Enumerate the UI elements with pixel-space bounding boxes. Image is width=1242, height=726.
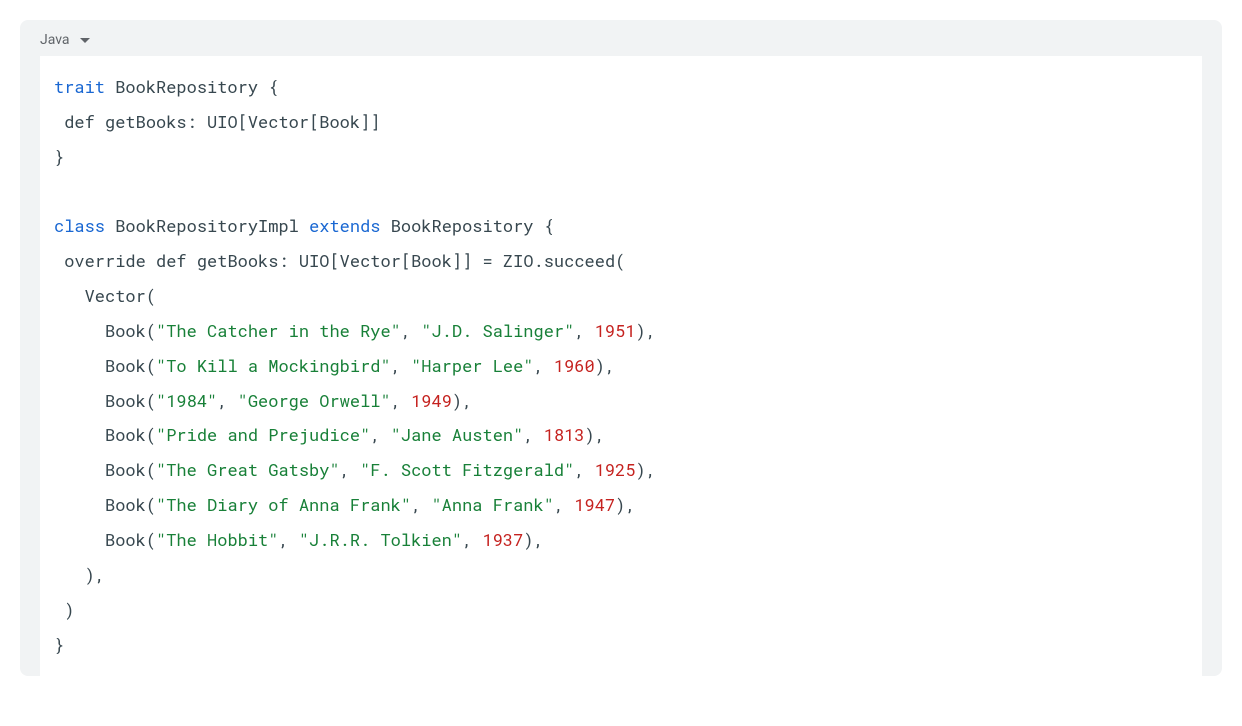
call: Book (105, 493, 146, 516)
call: Vector( (85, 284, 156, 307)
identifier: BookRepositoryImpl (115, 214, 299, 237)
code-line: Book("To Kill a Mockingbird", "Harper Le… (40, 349, 1202, 384)
string-literal: "J.R.R. Tolkien" (299, 528, 462, 551)
identifier: getBooks (105, 110, 187, 133)
code-line: } (40, 140, 1202, 175)
number-literal: 1813 (544, 423, 585, 446)
number-literal: 1947 (574, 493, 615, 516)
keyword: def (64, 110, 95, 133)
number-literal: 1949 (411, 389, 452, 412)
code-line: Book("Pride and Prejudice", "Jane Austen… (40, 418, 1202, 453)
code-block[interactable]: trait BookRepository { def getBooks: UIO… (40, 56, 1202, 676)
code-card: Java trait BookRepository { def getBooks… (20, 20, 1222, 676)
number-literal: 1925 (595, 458, 636, 481)
keyword: trait (54, 75, 105, 98)
call: ZIO.succeed( (503, 249, 625, 272)
language-label: Java (40, 32, 70, 48)
string-literal: "1984" (156, 389, 217, 412)
string-literal: "The Hobbit" (156, 528, 278, 551)
string-literal: "Jane Austen" (391, 423, 524, 446)
number-literal: 1951 (595, 319, 636, 342)
code-line: Book("The Catcher in the Rye", "J.D. Sal… (40, 314, 1202, 349)
code-line: Vector( (40, 279, 1202, 314)
call: Book (105, 528, 146, 551)
string-literal: "George Orwell" (238, 389, 391, 412)
call: Book (105, 354, 146, 377)
type: UIO[Vector[Book]] (207, 110, 380, 133)
code-line: trait BookRepository { (40, 70, 1202, 105)
code-line: Book("The Diary of Anna Frank", "Anna Fr… (40, 488, 1202, 523)
code-line: Book("The Great Gatsby", "F. Scott Fitzg… (40, 453, 1202, 488)
keyword: def (156, 249, 187, 272)
code-line: Book("The Hobbit", "J.R.R. Tolkien", 193… (40, 523, 1202, 558)
call: Book (105, 423, 146, 446)
identifier: BookRepository (115, 75, 258, 98)
code-line: } (40, 628, 1202, 663)
string-literal: "The Great Gatsby" (156, 458, 340, 481)
string-literal: "The Catcher in the Rye" (156, 319, 401, 342)
keyword: extends (309, 214, 380, 237)
call: Book (105, 319, 146, 342)
call: Book (105, 458, 146, 481)
code-line: ) (40, 593, 1202, 628)
string-literal: "Harper Lee" (411, 354, 533, 377)
code-line: ), (40, 558, 1202, 593)
call: Book (105, 389, 146, 412)
string-literal: "The Diary of Anna Frank" (156, 493, 411, 516)
string-literal: "Pride and Prejudice" (156, 423, 370, 446)
string-literal: "F. Scott Fitzgerald" (360, 458, 574, 481)
string-literal: "To Kill a Mockingbird" (156, 354, 391, 377)
code-line: class BookRepositoryImpl extends BookRep… (40, 209, 1202, 244)
code-line (40, 175, 1202, 210)
string-literal: "Anna Frank" (431, 493, 553, 516)
type: UIO[Vector[Book]] (299, 249, 472, 272)
identifier: BookRepository (391, 214, 534, 237)
language-dropdown[interactable]: Java (40, 32, 90, 48)
code-line: override def getBooks: UIO[Vector[Book]]… (40, 244, 1202, 279)
code-line: def getBooks: UIO[Vector[Book]] (40, 105, 1202, 140)
code-line: Book("1984", "George Orwell", 1949), (40, 384, 1202, 419)
keyword: class (54, 214, 105, 237)
code-header: Java (20, 20, 1222, 56)
string-literal: "J.D. Salinger" (421, 319, 574, 342)
identifier: getBooks (197, 249, 279, 272)
number-literal: 1960 (554, 354, 595, 377)
number-literal: 1937 (483, 528, 524, 551)
keyword: override (64, 249, 146, 272)
chevron-down-icon (80, 38, 90, 43)
